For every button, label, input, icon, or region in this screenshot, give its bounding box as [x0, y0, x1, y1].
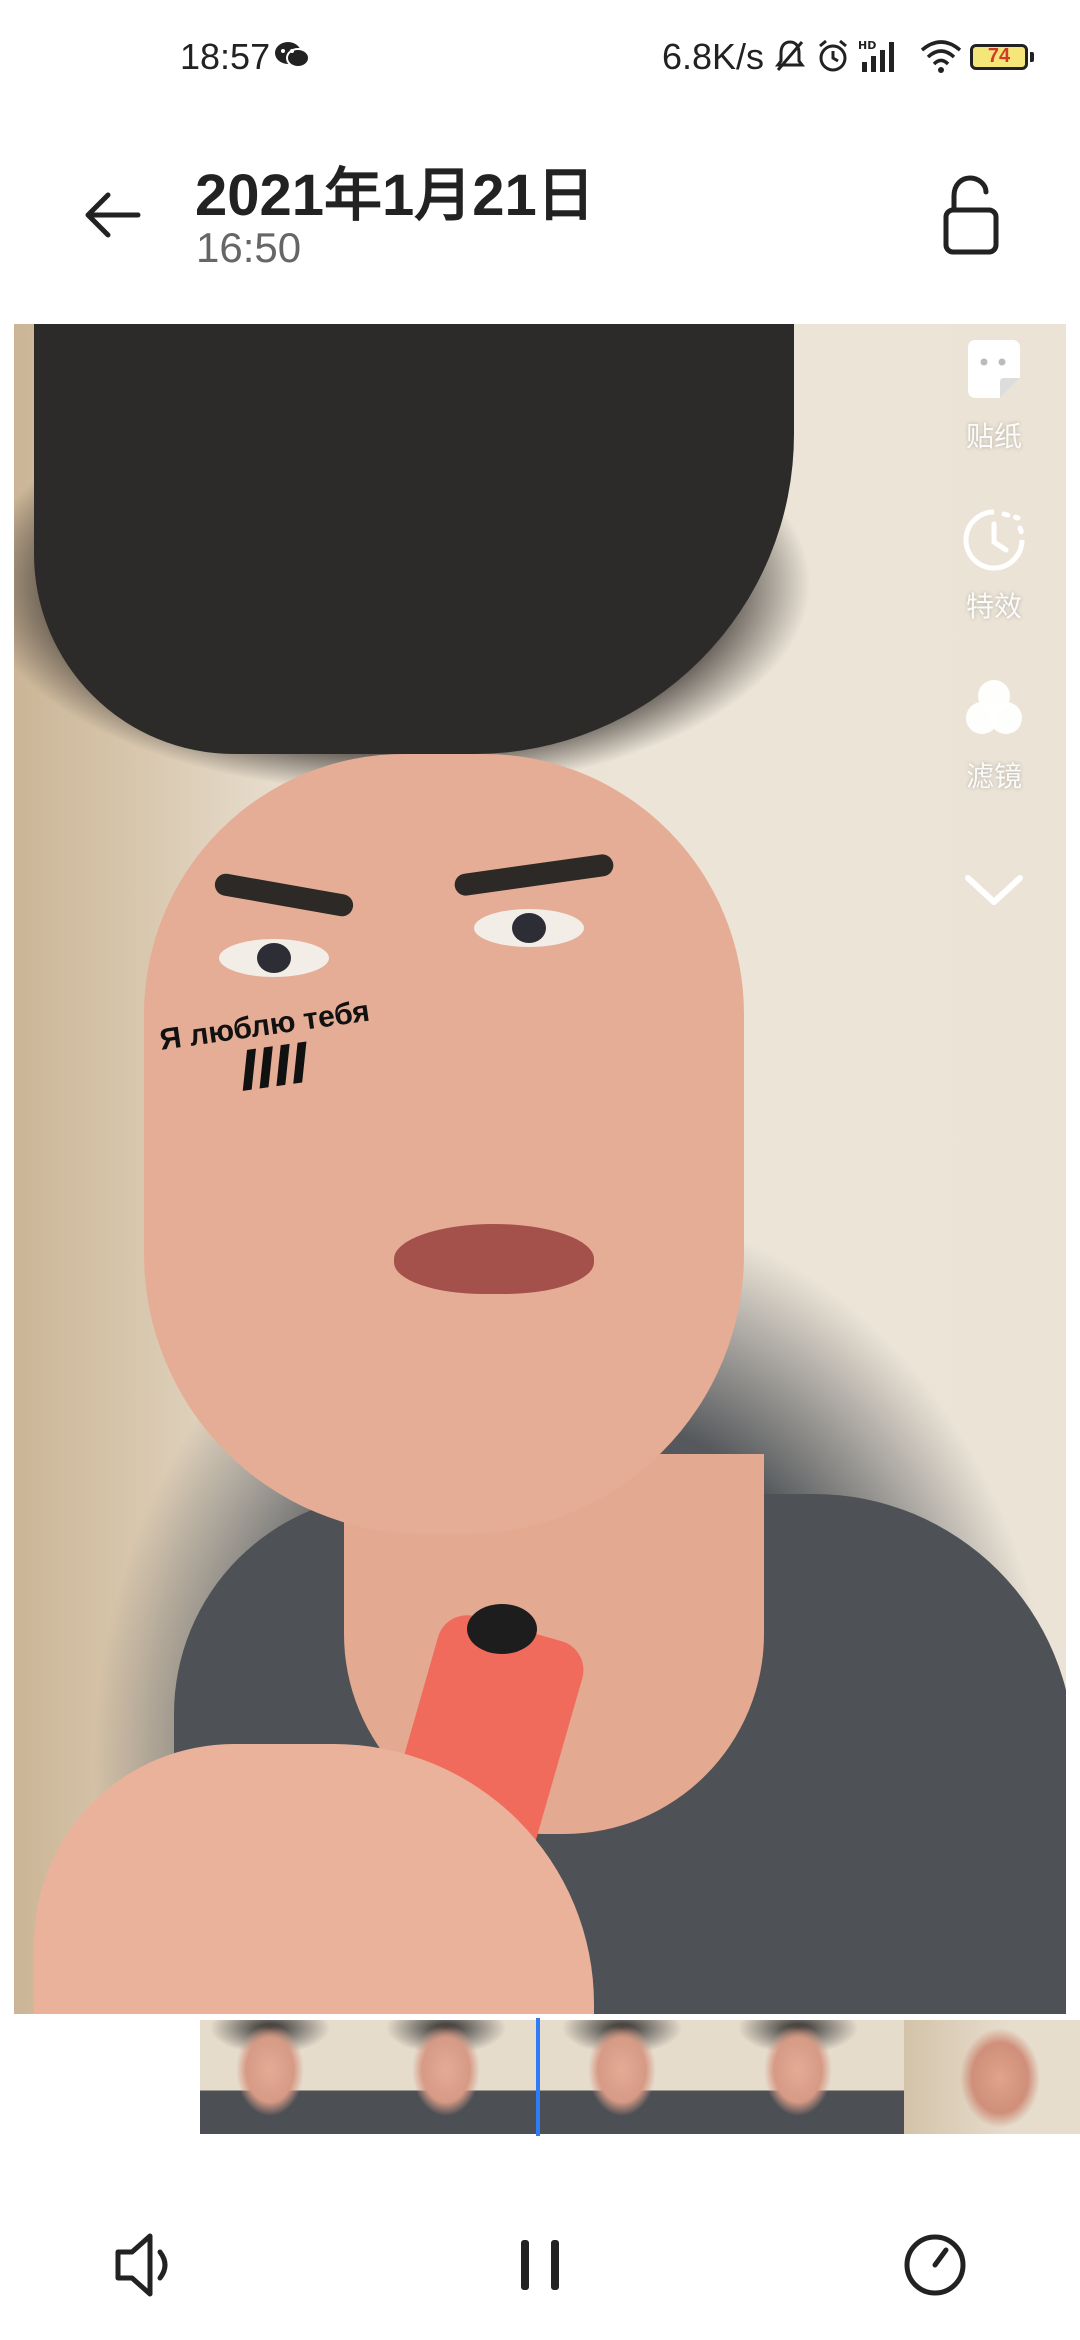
- video-content-eye-right: [474, 909, 584, 947]
- alarm-icon: [819, 39, 847, 72]
- speed-icon[interactable]: [890, 2220, 980, 2310]
- video-content-lips: [394, 1224, 594, 1294]
- wifi-icon: [920, 40, 962, 73]
- effects-icon: [963, 509, 1025, 571]
- playback-controls: [0, 2140, 1080, 2340]
- collapse-tools-button[interactable]: [934, 854, 1054, 931]
- battery-nub: [1030, 52, 1034, 62]
- header: 2021年1月21日 16:50: [0, 110, 1080, 324]
- timeline-frame: [552, 2020, 728, 2134]
- sticker-icon: [968, 340, 1020, 398]
- chevron-down-icon: [965, 875, 1023, 905]
- timeline-frame: [904, 2020, 1080, 2134]
- effects-tool-label: 特效: [965, 591, 1022, 622]
- volume-icon[interactable]: [100, 2220, 190, 2310]
- status-bar: 18:57 6.8K/s HD 74: [0, 0, 1080, 110]
- wechat-icon: [275, 42, 310, 68]
- svg-text:HD: HD: [858, 39, 876, 52]
- effects-tool[interactable]: 特效: [934, 504, 1054, 625]
- video-player[interactable]: Я люблю тебя 贴纸 特效 滤镜: [14, 324, 1066, 2014]
- video-content-face: [144, 754, 744, 1534]
- timeline-frame: [728, 2020, 904, 2134]
- battery-icon: 74: [970, 44, 1028, 70]
- pause-icon[interactable]: [495, 2220, 585, 2310]
- sticker-tool-label: 贴纸: [965, 421, 1022, 452]
- filter-tool[interactable]: 滤镜: [934, 674, 1054, 795]
- video-content-hair: [34, 324, 794, 754]
- timeline-frame: [376, 2020, 552, 2134]
- filter-tool-label: 滤镜: [965, 761, 1022, 792]
- timeline-playhead[interactable]: [536, 2018, 540, 2136]
- unlock-icon[interactable]: [930, 170, 1010, 260]
- timeline-frame: [200, 2020, 376, 2134]
- video-content-eye-left: [219, 939, 329, 977]
- page-subtitle-time: 16:50: [196, 224, 302, 271]
- sticker-tool[interactable]: 贴纸: [934, 334, 1054, 455]
- mute-icon: [775, 40, 805, 71]
- page-title: 2021年1月21日: [195, 163, 595, 228]
- hd-signal-icon: HD: [858, 39, 894, 72]
- network-speed: 6.8K/s: [662, 36, 765, 77]
- back-arrow-icon[interactable]: [78, 175, 158, 255]
- battery-level: 74: [987, 45, 1011, 67]
- status-time: 18:57: [180, 36, 271, 77]
- filter-icon: [966, 680, 1022, 734]
- video-content-lipstick-tip: [467, 1604, 537, 1654]
- video-timeline[interactable]: [200, 2020, 1080, 2134]
